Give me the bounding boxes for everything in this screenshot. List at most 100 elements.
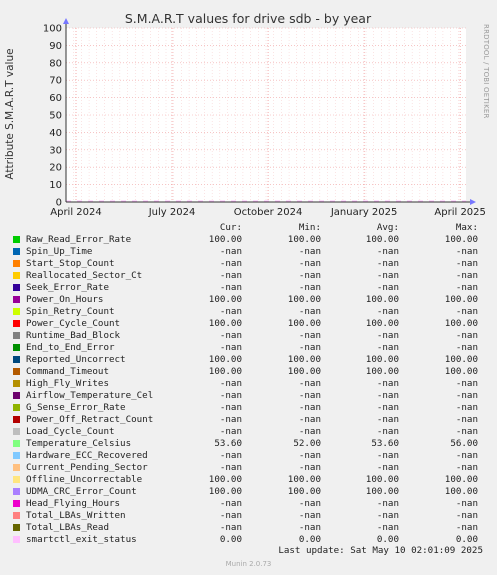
y-tick-label: 90 bbox=[49, 41, 62, 52]
legend-cur: -nan bbox=[219, 510, 242, 521]
x-tick-label: April 2024 bbox=[50, 207, 101, 218]
legend-cur: -nan bbox=[219, 378, 242, 389]
legend-min: -nan bbox=[298, 450, 321, 461]
legend-swatch bbox=[13, 536, 20, 543]
legend-max: -nan bbox=[455, 306, 478, 317]
y-axis-label: Attribute S.M.A.R.T value bbox=[4, 48, 16, 179]
legend-cur: -nan bbox=[219, 462, 242, 473]
legend-swatch bbox=[13, 500, 20, 507]
legend-min: 100.00 bbox=[287, 474, 321, 485]
legend-name: Command_Timeout bbox=[26, 366, 109, 377]
legend-row: Command_Timeout 100.00 100.00 100.00 100.00 bbox=[0, 366, 497, 378]
legend-row: Hardware_ECC_Recovered -nan -nan -nan -nan bbox=[0, 450, 497, 462]
legend-cur: 100.00 bbox=[208, 486, 242, 497]
legend-max: 100.00 bbox=[444, 486, 478, 497]
legend-max: 100.00 bbox=[444, 294, 478, 305]
x-tick-label: July 2024 bbox=[148, 207, 196, 218]
legend-row: Power_Cycle_Count 100.00 100.00 100.00 100.0… bbox=[0, 318, 497, 330]
legend-name: Hardware_ECC_Recovered bbox=[26, 450, 148, 461]
legend-max: -nan bbox=[455, 462, 478, 473]
y-tick-label: 10 bbox=[49, 180, 62, 191]
legend-name: Temperature_Celsius bbox=[26, 438, 132, 449]
legend-avg: -nan bbox=[376, 330, 399, 341]
legend-swatch bbox=[13, 464, 20, 471]
legend-swatch bbox=[13, 320, 20, 327]
legend-min: 100.00 bbox=[287, 294, 321, 305]
legend-avg: -nan bbox=[376, 378, 399, 389]
legend-max: -nan bbox=[455, 270, 478, 281]
legend-min: -nan bbox=[298, 258, 321, 269]
legend-min: 100.00 bbox=[287, 366, 321, 377]
legend-cur: -nan bbox=[219, 282, 242, 293]
chart: S.M.A.R.T values for drive sdb - by year… bbox=[4, 11, 490, 218]
legend-row: Runtime_Bad_Block -nan -nan -nan -nan bbox=[0, 330, 497, 342]
legend-cur: -nan bbox=[219, 306, 242, 317]
legend-swatch bbox=[13, 428, 20, 435]
legend-row: Load_Cycle_Count -nan -nan -nan -nan bbox=[0, 426, 497, 438]
legend-name: Power_Cycle_Count bbox=[26, 318, 121, 329]
legend-min: 52.00 bbox=[293, 438, 321, 449]
legend-avg: -nan bbox=[376, 270, 399, 281]
legend-avg: -nan bbox=[376, 426, 399, 437]
legend-cur: -nan bbox=[219, 498, 242, 509]
legend-avg: -nan bbox=[376, 258, 399, 269]
legend-cur: -nan bbox=[219, 414, 242, 425]
legend-max: -nan bbox=[455, 450, 478, 461]
legend-name: Power_Off_Retract_Count bbox=[26, 414, 154, 425]
legend-name: Reported_Uncorrect bbox=[26, 354, 126, 365]
legend-avg: 100.00 bbox=[365, 486, 399, 497]
legend-swatch bbox=[13, 380, 20, 387]
legend-swatch bbox=[13, 488, 20, 495]
legend-row: Spin_Up_Time -nan -nan -nan -nan bbox=[0, 246, 497, 258]
y-axis-arrow bbox=[63, 18, 69, 24]
legend-avg: -nan bbox=[376, 282, 399, 293]
legend-row: Reported_Uncorrect 100.00 100.00 100.00 100.… bbox=[0, 354, 497, 366]
legend-avg: -nan bbox=[376, 510, 399, 521]
x-tick-label: January 2025 bbox=[330, 207, 398, 218]
legend-row: Raw_Read_Error_Rate 100.00 100.00 100.00 100… bbox=[0, 234, 497, 246]
y-tick-label: 70 bbox=[49, 76, 62, 87]
legend-max: -nan bbox=[455, 258, 478, 269]
legend-name: Runtime_Bad_Block bbox=[26, 330, 121, 341]
legend-min: -nan bbox=[298, 270, 321, 281]
legend-name: Total_LBAs_Read bbox=[26, 522, 109, 533]
legend-name: High_Fly_Writes bbox=[26, 378, 109, 389]
legend-swatch bbox=[13, 260, 20, 267]
legend-name: Airflow_Temperature_Cel bbox=[26, 390, 154, 401]
legend-max: -nan bbox=[455, 378, 478, 389]
legend-swatch bbox=[13, 476, 20, 483]
x-ticks: April 2024 July 2024 October 2024 January 2… bbox=[50, 207, 486, 218]
legend-swatch bbox=[13, 368, 20, 375]
legend-swatch bbox=[13, 296, 20, 303]
legend-avg: -nan bbox=[376, 402, 399, 413]
legend-row: Head_Flying_Hours -nan -nan -nan -nan bbox=[0, 498, 497, 510]
legend-max: 100.00 bbox=[444, 366, 478, 377]
legend-row: Total_LBAs_Read -nan -nan -nan -nan bbox=[0, 522, 497, 534]
legend-swatch bbox=[13, 392, 20, 399]
rrdtool-credit: RRDTOOL / TOBI OETIKER bbox=[482, 24, 490, 119]
legend-max: 100.00 bbox=[444, 318, 478, 329]
legend-name: Seek_Error_Rate bbox=[26, 282, 109, 293]
legend-min: 100.00 bbox=[287, 486, 321, 497]
legend-row: Offline_Uncorrectable 100.00 100.00 100.00 1… bbox=[0, 474, 497, 486]
legend-avg: 100.00 bbox=[365, 366, 399, 377]
legend-swatch bbox=[13, 284, 20, 291]
chart-title: S.M.A.R.T values for drive sdb - by year bbox=[125, 11, 372, 26]
legend-row: Current_Pending_Sector -nan -nan -nan -nan bbox=[0, 462, 497, 474]
legend-cur: 100.00 bbox=[208, 318, 242, 329]
legend-min: -nan bbox=[298, 402, 321, 413]
legend-swatch bbox=[13, 248, 20, 255]
y-tick-label: 100 bbox=[43, 24, 62, 35]
legend-row: Temperature_Celsius 53.60 52.00 53.60 56.00 bbox=[0, 438, 497, 450]
legend-cur: -nan bbox=[219, 402, 242, 413]
legend-row: High_Fly_Writes -nan -nan -nan -nan bbox=[0, 378, 497, 390]
y-tick-label: 60 bbox=[49, 93, 62, 104]
header-min: Min: bbox=[298, 222, 321, 233]
legend-min: -nan bbox=[298, 510, 321, 521]
legend-min: -nan bbox=[298, 426, 321, 437]
legend-max: -nan bbox=[455, 522, 478, 533]
legend-header: Cur: Min: Avg: Max: bbox=[0, 222, 497, 234]
legend-swatch bbox=[13, 416, 20, 423]
legend-max: -nan bbox=[455, 246, 478, 257]
legend-swatch bbox=[13, 332, 20, 339]
